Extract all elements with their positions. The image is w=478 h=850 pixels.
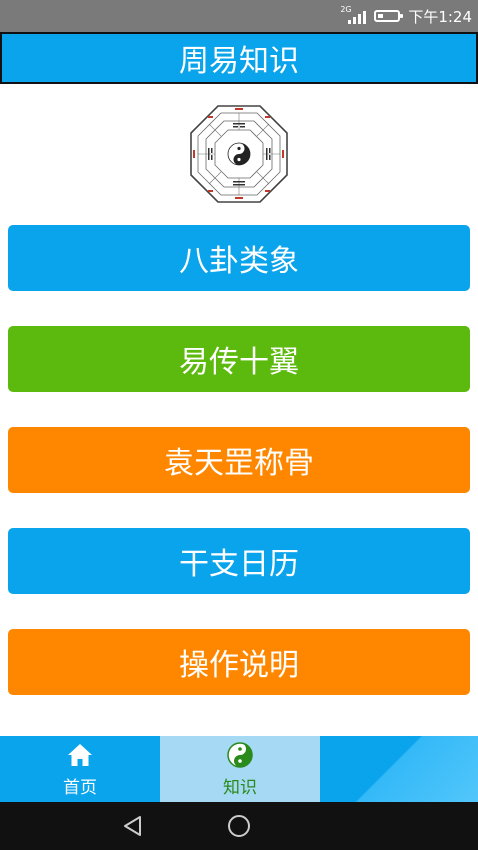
menu-button-instructions[interactable]: 操作说明 <box>8 629 470 695</box>
menu-label: 袁天罡称骨 <box>164 446 314 481</box>
menu-button-ganzhi-calendar[interactable]: 干支日历 <box>8 528 470 594</box>
clock: 下午1:24 <box>408 7 472 26</box>
menu-button-chenggu[interactable]: 袁天罡称骨 <box>8 427 470 493</box>
battery-icon <box>374 10 404 22</box>
menu-label: 干支日历 <box>179 547 299 582</box>
title-bar: 周易知识 <box>0 32 478 84</box>
home-circle-icon[interactable] <box>226 813 252 839</box>
menu-label: 操作说明 <box>179 648 299 683</box>
bagua-image <box>190 105 288 203</box>
nav-decoration <box>320 736 478 802</box>
signal-icon: 2G <box>340 6 367 26</box>
menu-button-bagua[interactable]: 八卦类象 <box>8 225 470 291</box>
tab-home[interactable]: 首页 <box>0 736 160 802</box>
status-indicators: 2G 下午1:24 <box>340 0 472 32</box>
home-icon <box>68 744 92 766</box>
battery-level <box>378 14 384 18</box>
status-bar: 2G 下午1:24 <box>0 0 478 32</box>
tab-knowledge[interactable]: 知识 <box>160 736 320 802</box>
tab-label: 知识 <box>223 778 257 798</box>
page-title: 周易知识 <box>179 44 299 79</box>
menu-label: 八卦类象 <box>179 244 299 279</box>
back-icon[interactable] <box>120 813 146 839</box>
bottom-nav: 首页 知识 <box>0 736 478 802</box>
tab-label: 首页 <box>63 778 97 798</box>
taiji-icon <box>227 742 253 768</box>
system-nav-bar <box>0 802 478 850</box>
menu-button-yizhuan[interactable]: 易传十翼 <box>8 326 470 392</box>
menu-label: 易传十翼 <box>179 345 299 380</box>
